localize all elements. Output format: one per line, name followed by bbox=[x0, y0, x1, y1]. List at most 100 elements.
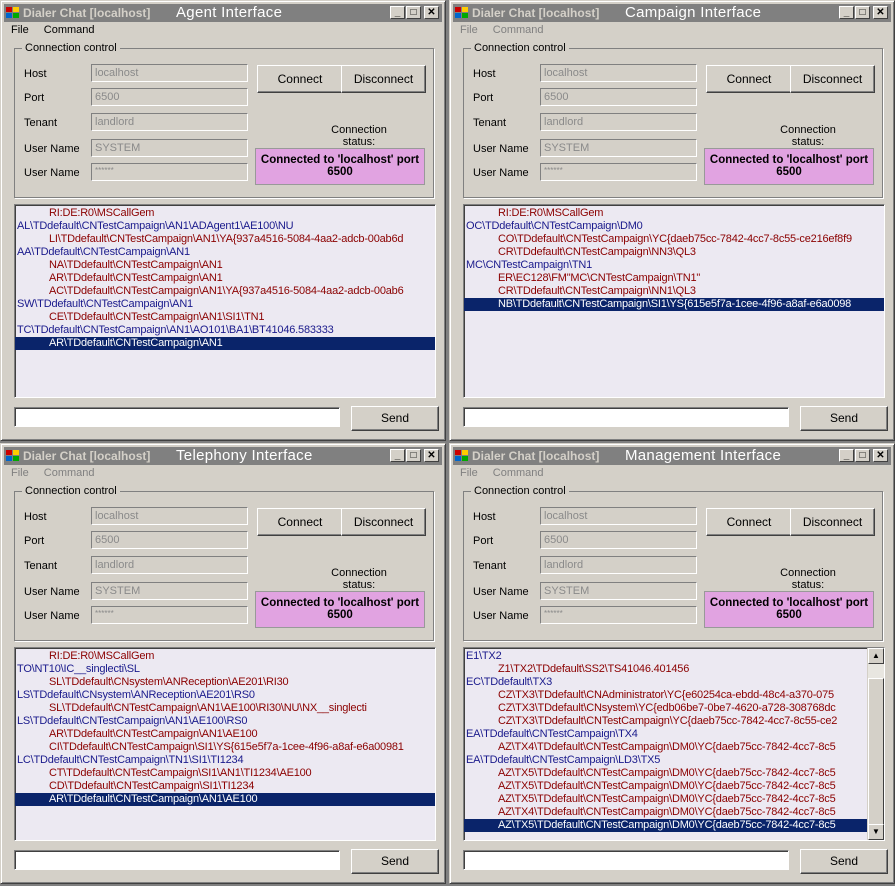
log-line[interactable]: EA\TDdefault\CNTestCampaign\LD3\TX5 bbox=[464, 754, 868, 767]
log-line[interactable]: CZ\TX3\TDdefault\CNTestCampaign\YC{daeb7… bbox=[464, 715, 868, 728]
connect-button[interactable]: Connect bbox=[706, 508, 792, 536]
log-line[interactable]: TO\NT10\IC__singlecti\SL bbox=[15, 663, 435, 676]
menu-command[interactable]: Command bbox=[493, 467, 544, 479]
log-line[interactable]: AA\TDdefault\CNTestCampaign\AN1 bbox=[15, 246, 435, 259]
send-button[interactable]: Send bbox=[351, 406, 439, 431]
password-field[interactable]: ****** bbox=[91, 163, 248, 181]
log-line[interactable]: CT\TDdefault\CNTestCampaign\SI1\AN1\TI12… bbox=[15, 767, 435, 780]
tenant-field[interactable]: landlord bbox=[91, 556, 248, 574]
log-line[interactable]: ER\EC128\FM"MC\CNTestCampaign\TN1" bbox=[464, 272, 884, 285]
log-line[interactable]: AR\TDdefault\CNTestCampaign\AN1\AE100 bbox=[15, 793, 435, 806]
close-button[interactable]: ✕ bbox=[424, 449, 439, 462]
log-line[interactable]: LI\TDdefault\CNTestCampaign\AN1\YA{937a4… bbox=[15, 233, 435, 246]
log-line[interactable]: CZ\TX3\TDdefault\CNsystem\YC{edb06be7-0b… bbox=[464, 702, 868, 715]
log-line[interactable]: TC\TDdefault\CNTestCampaign\AN1\AO101\BA… bbox=[15, 324, 435, 337]
title-bar[interactable]: Dialer Chat [localhost] Agent Interface … bbox=[4, 4, 442, 22]
scroll-down-icon[interactable]: ▼ bbox=[868, 824, 884, 840]
log-line[interactable]: CD\TDdefault\CNTestCampaign\SI1\TI1234 bbox=[15, 780, 435, 793]
username-field[interactable]: SYSTEM bbox=[540, 582, 697, 600]
maximize-button[interactable]: □ bbox=[855, 6, 870, 19]
log-line[interactable]: SL\TDdefault\CNsystem\ANReception\AE201\… bbox=[15, 676, 435, 689]
log-line[interactable]: AZ\TX4\TDdefault\CNTestCampaign\DM0\YC{d… bbox=[464, 741, 868, 754]
log-line[interactable]: AC\TDdefault\CNTestCampaign\AN1\YA{937a4… bbox=[15, 285, 435, 298]
log-line[interactable]: NB\TDdefault\CNTestCampaign\SI1\YS{615e5… bbox=[464, 298, 884, 311]
title-bar[interactable]: Dialer Chat [localhost] Management Inter… bbox=[453, 447, 891, 465]
scroll-thumb[interactable] bbox=[868, 678, 884, 828]
log-line[interactable]: SW\TDdefault\CNTestCampaign\AN1 bbox=[15, 298, 435, 311]
log-line[interactable]: AZ\TX4\TDdefault\CNTestCampaign\DM0\YC{d… bbox=[464, 806, 868, 819]
log-line[interactable]: AZ\TX5\TDdefault\CNTestCampaign\DM0\YC{d… bbox=[464, 780, 868, 793]
send-button[interactable]: Send bbox=[351, 849, 439, 874]
host-field[interactable]: localhost bbox=[91, 507, 248, 525]
connect-button[interactable]: Connect bbox=[706, 65, 792, 93]
title-bar[interactable]: Dialer Chat [localhost] Telephony Interf… bbox=[4, 447, 442, 465]
log-line[interactable]: CR\TDdefault\CNTestCampaign\NN3\QL3 bbox=[464, 246, 884, 259]
minimize-button[interactable]: _ bbox=[390, 6, 405, 19]
log-line[interactable]: EC\TDdefault\TX3 bbox=[464, 676, 868, 689]
message-input[interactable] bbox=[14, 850, 340, 870]
log-line[interactable]: CI\TDdefault\CNTestCampaign\SI1\YS{615e5… bbox=[15, 741, 435, 754]
send-button[interactable]: Send bbox=[800, 406, 888, 431]
close-button[interactable]: ✕ bbox=[873, 6, 888, 19]
log-line[interactable]: LS\TDdefault\CNTestCampaign\AN1\AE100\RS… bbox=[15, 715, 435, 728]
menu-command[interactable]: Command bbox=[44, 467, 95, 479]
log-line[interactable]: AZ\TX5\TDdefault\CNTestCampaign\DM0\YC{d… bbox=[464, 767, 868, 780]
log-line[interactable]: SL\TDdefault\CNTestCampaign\AN1\AE100\RI… bbox=[15, 702, 435, 715]
log-line[interactable]: Z1\TX2\TDdefault\SS2\TS41046.401456 bbox=[464, 663, 868, 676]
log-line[interactable]: AR\TDdefault\CNTestCampaign\AN1\AE100 bbox=[15, 728, 435, 741]
log-line[interactable]: RI:DE:R0\MSCallGem bbox=[464, 207, 884, 220]
message-log[interactable]: RI:DE:R0\MSCallGem TO\NT10\IC__singlecti\… bbox=[14, 647, 436, 841]
menu-file[interactable]: File bbox=[460, 24, 478, 36]
disconnect-button[interactable]: Disconnect bbox=[790, 508, 875, 536]
log-line[interactable]: NA\TDdefault\CNTestCampaign\AN1 bbox=[15, 259, 435, 272]
minimize-button[interactable]: _ bbox=[839, 449, 854, 462]
log-line[interactable]: AR\TDdefault\CNTestCampaign\AN1 bbox=[15, 337, 435, 350]
log-line[interactable]: LC\TDdefault\CNTestCampaign\TN1\SI1\TI12… bbox=[15, 754, 435, 767]
log-line[interactable]: EA\TDdefault\CNTestCampaign\TX4 bbox=[464, 728, 868, 741]
message-log[interactable]: RI:DE:R0\MSCallGem OC\TDdefault\CNTestCam… bbox=[463, 204, 885, 398]
message-log[interactable]: RI:DE:R0\MSCallGem AL\TDdefault\CNTestCam… bbox=[14, 204, 436, 398]
port-field[interactable]: 6500 bbox=[91, 531, 248, 549]
close-button[interactable]: ✕ bbox=[424, 6, 439, 19]
host-field[interactable]: localhost bbox=[540, 64, 697, 82]
log-line[interactable]: AZ\TX5\TDdefault\CNTestCampaign\DM0\YC{d… bbox=[464, 819, 868, 832]
log-line[interactable]: RI:DE:R0\MSCallGem bbox=[15, 650, 435, 663]
log-line[interactable]: CO\TDdefault\CNTestCampaign\YC{daeb75cc-… bbox=[464, 233, 884, 246]
disconnect-button[interactable]: Disconnect bbox=[341, 65, 426, 93]
password-field[interactable]: ****** bbox=[540, 606, 697, 624]
minimize-button[interactable]: _ bbox=[839, 6, 854, 19]
disconnect-button[interactable]: Disconnect bbox=[341, 508, 426, 536]
log-line[interactable]: CZ\TX3\TDdefault\CNAdministrator\YC{e602… bbox=[464, 689, 868, 702]
title-bar[interactable]: Dialer Chat [localhost] Campaign Interfa… bbox=[453, 4, 891, 22]
log-line[interactable]: AZ\TX5\TDdefault\CNTestCampaign\DM0\YC{d… bbox=[464, 793, 868, 806]
message-log[interactable]: E1\TX2 Z1\TX2\TDdefault\SS2\TS41046.40145… bbox=[463, 647, 885, 841]
message-input[interactable] bbox=[463, 407, 789, 427]
log-line[interactable]: AR\TDdefault\CNTestCampaign\AN1 bbox=[15, 272, 435, 285]
host-field[interactable]: localhost bbox=[91, 64, 248, 82]
log-line[interactable]: OC\TDdefault\CNTestCampaign\DM0 bbox=[464, 220, 884, 233]
host-field[interactable]: localhost bbox=[540, 507, 697, 525]
username-field[interactable]: SYSTEM bbox=[91, 582, 248, 600]
close-button[interactable]: ✕ bbox=[873, 449, 888, 462]
log-line[interactable]: RI:DE:R0\MSCallGem bbox=[15, 207, 435, 220]
log-scrollbar[interactable]: ▲ ▼ bbox=[867, 648, 884, 840]
log-line[interactable]: E1\TX2 bbox=[464, 650, 868, 663]
log-line[interactable]: LS\TDdefault\CNsystem\ANReception\AE201\… bbox=[15, 689, 435, 702]
log-line[interactable]: CR\TDdefault\CNTestCampaign\NN1\QL3 bbox=[464, 285, 884, 298]
log-line[interactable]: CE\TDdefault\CNTestCampaign\AN1\SI1\TN1 bbox=[15, 311, 435, 324]
password-field[interactable]: ****** bbox=[540, 163, 697, 181]
maximize-button[interactable]: □ bbox=[855, 449, 870, 462]
menu-file[interactable]: File bbox=[11, 24, 29, 36]
username-field[interactable]: SYSTEM bbox=[91, 139, 248, 157]
maximize-button[interactable]: □ bbox=[406, 449, 421, 462]
disconnect-button[interactable]: Disconnect bbox=[790, 65, 875, 93]
log-line[interactable]: MC\CNTestCampaign\TN1 bbox=[464, 259, 884, 272]
scroll-up-icon[interactable]: ▲ bbox=[868, 648, 884, 664]
connect-button[interactable]: Connect bbox=[257, 65, 343, 93]
port-field[interactable]: 6500 bbox=[540, 531, 697, 549]
maximize-button[interactable]: □ bbox=[406, 6, 421, 19]
port-field[interactable]: 6500 bbox=[540, 88, 697, 106]
menu-file[interactable]: File bbox=[460, 467, 478, 479]
port-field[interactable]: 6500 bbox=[91, 88, 248, 106]
username-field[interactable]: SYSTEM bbox=[540, 139, 697, 157]
